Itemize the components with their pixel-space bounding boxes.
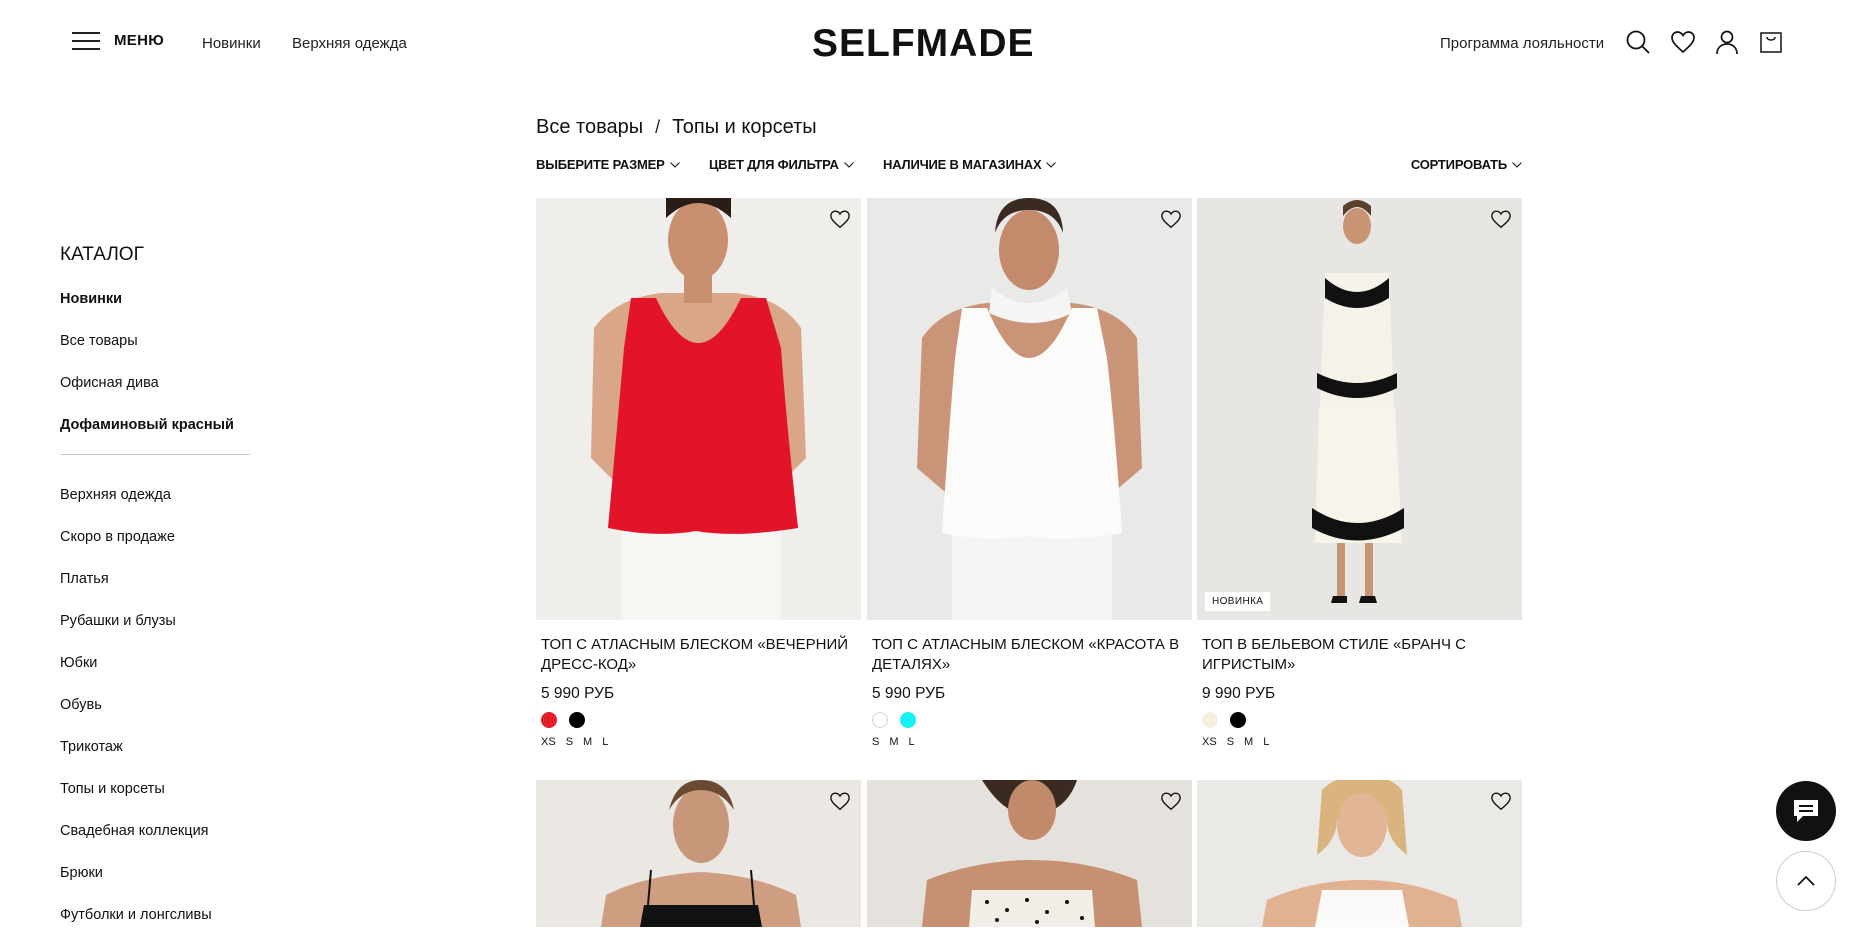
wishlist-heart-icon[interactable] (1160, 208, 1182, 230)
size-list: XS S M L (541, 736, 856, 748)
menu-button[interactable]: МЕНЮ (72, 30, 164, 50)
size-option[interactable]: XS (541, 736, 556, 748)
sidebar-item-shoes[interactable]: Обувь (60, 694, 260, 736)
sidebar-divider (60, 454, 250, 455)
product-image[interactable] (867, 780, 1192, 927)
hamburger-icon (72, 30, 100, 50)
product-card[interactable] (1197, 780, 1522, 927)
size-filter-label: ВЫБЕРИТЕ РАЗМЕР (536, 157, 665, 172)
color-swatch-aqua[interactable] (900, 712, 916, 728)
breadcrumb-current: Топы и корсеты (672, 116, 817, 138)
sidebar-item-tops-corsets[interactable]: Топы и корсеты (60, 778, 260, 820)
color-filter[interactable]: ЦВЕТ ДЛЯ ФИЛЬТРА (709, 157, 854, 172)
size-option[interactable]: S (872, 736, 879, 748)
sort-label: СОРТИРОВАТЬ (1410, 157, 1507, 172)
sidebar-item-office-diva[interactable]: Офисная дива (60, 372, 260, 414)
site-logo[interactable]: SELFMADE (812, 22, 1035, 66)
cart-icon[interactable] (1757, 28, 1785, 56)
wishlist-heart-icon[interactable] (1490, 790, 1512, 812)
sidebar-item-trousers[interactable]: Брюки (60, 862, 260, 904)
product-price: 5 990 РУБ (872, 685, 946, 702)
size-option[interactable]: S (1227, 736, 1234, 748)
product-card[interactable] (867, 780, 1192, 927)
product-image[interactable]: НОВИНКА (1197, 198, 1522, 620)
size-option[interactable]: S (566, 736, 573, 748)
color-swatches (1202, 712, 1517, 729)
product-image[interactable] (536, 780, 861, 927)
product-image[interactable] (867, 198, 1192, 620)
color-swatch-black[interactable] (1230, 712, 1246, 728)
product-card[interactable]: ТОП С АТЛАСНЫМ БЛЕСКОМ «КРАСОТА В ДЕТАЛЯ… (867, 198, 1192, 748)
wishlist-heart-icon[interactable] (829, 208, 851, 230)
sidebar-item-outerwear[interactable]: Верхняя одежда (60, 484, 260, 526)
size-option[interactable]: M (1244, 736, 1253, 748)
color-filter-label: ЦВЕТ ДЛЯ ФИЛЬТРА (709, 157, 839, 172)
catalog-sidebar: КАТАЛОГ Новинки Все товары Офисная дива … (60, 244, 260, 946)
user-icon[interactable] (1713, 28, 1741, 56)
arrow-up-icon (1797, 875, 1815, 886)
sidebar-item-skirts[interactable]: Юбки (60, 652, 260, 694)
availability-filter-label: НАЛИЧИЕ В МАГАЗИНАХ (883, 157, 1042, 172)
size-option[interactable]: M (583, 736, 592, 748)
product-title[interactable]: ТОП В БЕЛЬЕВОМ СТИЛЕ «БРАНЧ С ИГРИСТЫМ» (1202, 635, 1517, 675)
size-option[interactable]: L (1263, 736, 1269, 748)
new-badge: НОВИНКА (1205, 592, 1271, 611)
breadcrumb: Все товары / Топы и корсеты (536, 116, 817, 139)
product-image[interactable] (1197, 780, 1522, 927)
sidebar-item-shirts-blouses[interactable]: Рубашки и блузы (60, 610, 260, 652)
chat-icon (1794, 800, 1818, 822)
chevron-down-icon (669, 161, 680, 168)
color-swatch-white[interactable] (872, 712, 888, 728)
size-option[interactable]: XS (1202, 736, 1217, 748)
product-title[interactable]: ТОП С АТЛАСНЫМ БЛЕСКОМ «ВЕЧЕРНИЙ ДРЕСС-К… (541, 635, 856, 675)
breadcrumb-root[interactable]: Все товары (536, 116, 643, 139)
heart-icon[interactable] (1669, 28, 1697, 56)
sidebar-item-dopamine-red[interactable]: Дофаминовый красный (60, 414, 260, 456)
size-list: XS S M L (1202, 736, 1517, 748)
sidebar-item-knitwear[interactable]: Трикотаж (60, 736, 260, 778)
sidebar-item-new[interactable]: Новинки (60, 288, 260, 330)
size-option[interactable]: L (602, 736, 608, 748)
chat-button[interactable] (1776, 781, 1836, 841)
wishlist-heart-icon[interactable] (829, 790, 851, 812)
site-header: МЕНЮ Новинки Верхняя одежда SELFMADE Про… (0, 0, 1853, 88)
color-swatch-red[interactable] (541, 712, 557, 728)
loyalty-program-link[interactable]: Программа лояльности (1440, 35, 1604, 52)
product-card[interactable]: ТОП С АТЛАСНЫМ БЛЕСКОМ «ВЕЧЕРНИЙ ДРЕСС-К… (536, 198, 861, 748)
breadcrumb-separator: / (655, 117, 661, 137)
sidebar-item-tshirts[interactable]: Футболки и лонгсливы (60, 904, 260, 946)
sort-dropdown[interactable]: СОРТИРОВАТЬ (1411, 157, 1522, 172)
sidebar-item-coming-soon[interactable]: Скоро в продаже (60, 526, 260, 568)
size-list: S M L (872, 736, 1187, 748)
sidebar-item-wedding[interactable]: Свадебная коллекция (60, 820, 260, 862)
wishlist-heart-icon[interactable] (1160, 790, 1182, 812)
menu-label: МЕНЮ (114, 31, 165, 49)
catalog-title: КАТАЛОГ (60, 244, 144, 265)
filter-bar: ВЫБЕРИТЕ РАЗМЕР ЦВЕТ ДЛЯ ФИЛЬТРА НАЛИЧИЕ… (536, 157, 1522, 177)
color-swatch-cream[interactable] (1202, 712, 1218, 728)
product-card[interactable]: НОВИНКА ТОП В БЕЛЬЕВОМ СТИЛЕ «БРАНЧ С ИГ… (1197, 198, 1522, 748)
size-filter[interactable]: ВЫБЕРИТЕ РАЗМЕР (536, 157, 680, 172)
product-image[interactable] (536, 198, 861, 620)
wishlist-heart-icon[interactable] (1490, 208, 1512, 230)
color-swatches (541, 712, 856, 729)
nav-link-outerwear[interactable]: Верхняя одежда (292, 35, 407, 52)
size-option[interactable]: L (909, 736, 915, 748)
color-swatch-black[interactable] (569, 712, 585, 728)
sidebar-item-all-products[interactable]: Все товары (60, 330, 260, 372)
availability-filter[interactable]: НАЛИЧИЕ В МАГАЗИНАХ (883, 157, 1057, 172)
chevron-down-icon (1512, 161, 1522, 168)
product-price: 5 990 РУБ (541, 685, 615, 702)
nav-link-new[interactable]: Новинки (202, 35, 261, 52)
color-swatches (872, 712, 1187, 729)
chevron-down-icon (1046, 161, 1057, 168)
product-card[interactable] (536, 780, 861, 927)
chevron-down-icon (843, 161, 854, 168)
product-title[interactable]: ТОП С АТЛАСНЫМ БЛЕСКОМ «КРАСОТА В ДЕТАЛЯ… (872, 635, 1187, 675)
search-icon[interactable] (1624, 28, 1652, 56)
size-option[interactable]: M (889, 736, 898, 748)
sidebar-item-dresses[interactable]: Платья (60, 568, 260, 610)
product-price: 9 990 РУБ (1202, 685, 1276, 702)
scroll-to-top-button[interactable] (1776, 851, 1836, 911)
